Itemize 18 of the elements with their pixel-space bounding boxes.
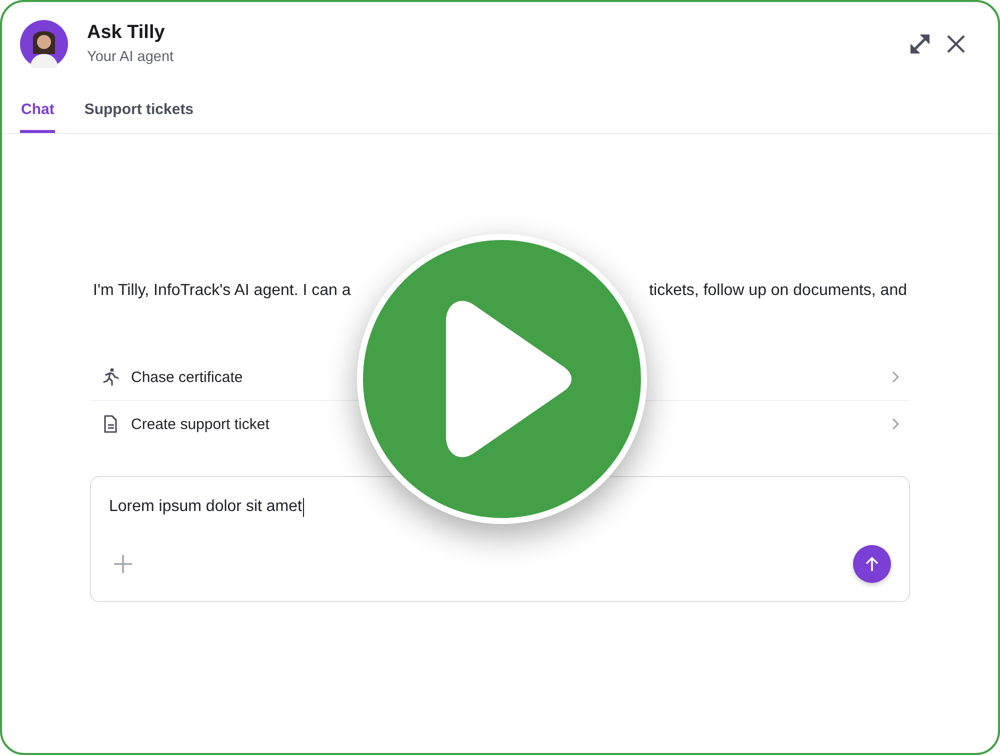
intro-text: I'm Tilly, InfoTrack's AI agent. I can a — [93, 281, 351, 301]
action-item[interactable]: Chase certificate — [131, 368, 880, 386]
tab[interactable]: Support tickets — [83, 100, 195, 133]
document-icon — [101, 414, 119, 434]
avatar — [20, 20, 68, 68]
chat-title: Ask Tilly — [87, 21, 166, 45]
send-button[interactable] — [853, 545, 891, 583]
message-field[interactable]: Lorem ipsum dolor sit amet — [109, 497, 304, 517]
chevron-icon — [892, 371, 899, 383]
arrow-up-icon — [865, 556, 879, 572]
close-icon[interactable] — [946, 34, 966, 54]
chat-subtitle: Your AI agent — [87, 48, 175, 67]
action-item[interactable]: Create support ticket — [131, 416, 880, 432]
intro-text: tickets, follow up on documents, and — [649, 281, 907, 301]
chevron-icon — [892, 418, 899, 430]
tab[interactable]: Chat — [20, 100, 56, 133]
expand-icon[interactable] — [908, 32, 932, 56]
runner-icon — [101, 367, 119, 387]
